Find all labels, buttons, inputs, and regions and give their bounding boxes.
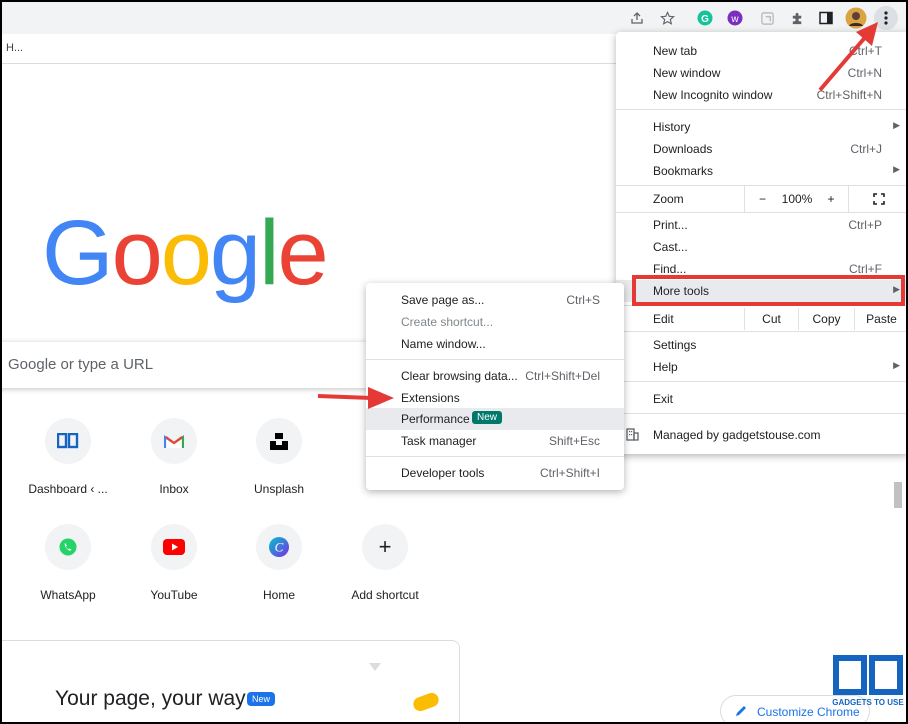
menu-divider	[366, 359, 624, 360]
menu-divider	[366, 456, 624, 457]
decor-triangle-icon	[369, 663, 381, 671]
menu-edit-row: Edit Cut Copy Paste	[616, 308, 906, 330]
zoom-out-button[interactable]: −	[744, 186, 780, 212]
submenu-item-extensions[interactable]: Extensions	[366, 387, 624, 409]
submenu-item-create-shortcut[interactable]: Create shortcut...	[366, 311, 624, 333]
grammarly-icon[interactable]: G	[696, 9, 714, 27]
menu-item-cast[interactable]: Cast...	[616, 236, 906, 258]
shortcut-tile[interactable]: Inbox	[119, 418, 229, 518]
gadgetstouse-watermark: GADGETS TO USE	[830, 654, 906, 710]
shortcut-tile[interactable]: Dashboard ‹ ...	[13, 418, 123, 518]
submenu-item-clear-browsing[interactable]: Clear browsing data... Ctrl+Shift+Del	[366, 365, 624, 387]
menu-item-downloads[interactable]: Downloads Ctrl+J	[616, 138, 906, 160]
plus-icon: +	[362, 524, 408, 570]
browser-toolbar: G w	[2, 2, 906, 34]
card-title: Your page, your way	[55, 687, 246, 710]
menu-zoom-row: Zoom − 100% +	[616, 186, 906, 212]
more-tools-submenu: Save page as... Ctrl+S Create shortcut...…	[366, 283, 624, 490]
google-logo: Google	[42, 202, 329, 304]
watermark-text: GADGETS TO USE	[832, 698, 904, 707]
new-badge: New	[247, 692, 276, 706]
shortcut-label: YouTube	[150, 588, 198, 602]
submenu-item-save-page[interactable]: Save page as... Ctrl+S	[366, 289, 624, 311]
canva-icon: C	[256, 524, 302, 570]
svg-text:C: C	[275, 540, 284, 555]
annotation-highlight-box	[632, 275, 905, 306]
menu-item-bookmarks[interactable]: Bookmarks ▶	[616, 160, 906, 182]
scrollbar-thumb[interactable]	[894, 482, 902, 508]
svg-text:G: G	[701, 14, 709, 25]
gadgetstouse-icon	[45, 418, 91, 464]
edit-label: Edit	[653, 312, 674, 326]
chevron-right-icon: ▶	[893, 360, 900, 370]
zoom-label: Zoom	[653, 192, 684, 206]
submenu-item-developer-tools[interactable]: Developer tools Ctrl+Shift+I	[366, 462, 624, 484]
annotation-arrow-icon	[818, 22, 878, 92]
annotation-arrow-icon	[317, 387, 394, 409]
chevron-right-icon: ▶	[893, 120, 900, 130]
menu-item-settings[interactable]: Settings	[616, 334, 906, 356]
menu-divider	[616, 331, 906, 332]
add-shortcut-tile[interactable]: + Add shortcut	[330, 524, 440, 624]
shortcut-tile[interactable]: WhatsApp	[13, 524, 123, 624]
puzzle-icon[interactable]	[788, 9, 806, 27]
shortcut-label: Add shortcut	[351, 588, 419, 602]
submenu-item-task-manager[interactable]: Task manager Shift+Esc	[366, 430, 624, 452]
menu-item-help[interactable]: Help ▶	[616, 356, 906, 378]
customize-card: Your page, your way New	[2, 640, 460, 722]
unsplash-icon	[256, 418, 302, 464]
menu-divider	[616, 413, 906, 414]
new-badge: New	[472, 411, 503, 424]
menu-item-managed[interactable]: Managed by gadgetstouse.com	[616, 424, 906, 446]
shortcut-label: Inbox	[159, 482, 189, 496]
share-icon[interactable]	[628, 9, 646, 27]
shortcut-tile[interactable]: Unsplash	[224, 418, 334, 518]
pencil-icon	[735, 704, 748, 720]
extension-purple-icon[interactable]: w	[726, 9, 744, 27]
decor-pill-icon	[411, 690, 441, 714]
shortcut-tile[interactable]: C Home	[224, 524, 334, 624]
search-placeholder: Google or type a URL	[8, 356, 154, 373]
menu-divider	[616, 109, 906, 110]
browser-window: G w H... Google Google or type a URL Das…	[0, 0, 908, 724]
svg-text:w: w	[730, 14, 739, 25]
shortcut-tile[interactable]: YouTube	[119, 524, 229, 624]
gmail-icon	[151, 418, 197, 464]
zoom-value: 100%	[781, 192, 813, 206]
menu-divider	[616, 212, 906, 213]
menu-item-exit[interactable]: Exit	[616, 388, 906, 410]
extension-gray-icon[interactable]	[758, 9, 776, 27]
shortcut-label: Unsplash	[253, 482, 305, 496]
chevron-right-icon: ▶	[893, 164, 900, 174]
menu-divider	[616, 381, 906, 382]
submenu-item-performance[interactable]: Performance New	[366, 408, 624, 430]
star-icon[interactable]	[658, 9, 676, 27]
shortcut-label: Dashboard ‹ ...	[28, 482, 108, 496]
building-icon	[626, 428, 639, 444]
menu-item-print[interactable]: Print... Ctrl+P	[616, 214, 906, 236]
menu-item-history[interactable]: History ▶	[616, 116, 906, 138]
shortcut-label: Home	[262, 588, 295, 602]
copy-button[interactable]: Copy	[798, 308, 854, 330]
submenu-item-name-window[interactable]: Name window...	[366, 333, 624, 355]
bookmark-item[interactable]: H...	[6, 42, 23, 54]
cut-button[interactable]: Cut	[744, 308, 798, 330]
search-box[interactable]: Google or type a URL	[2, 342, 392, 388]
shortcut-label: WhatsApp	[40, 588, 96, 602]
paste-button[interactable]: Paste	[854, 308, 906, 330]
youtube-icon	[151, 524, 197, 570]
zoom-in-button[interactable]: +	[814, 186, 848, 212]
whatsapp-icon	[45, 524, 91, 570]
fullscreen-icon[interactable]	[848, 186, 906, 212]
